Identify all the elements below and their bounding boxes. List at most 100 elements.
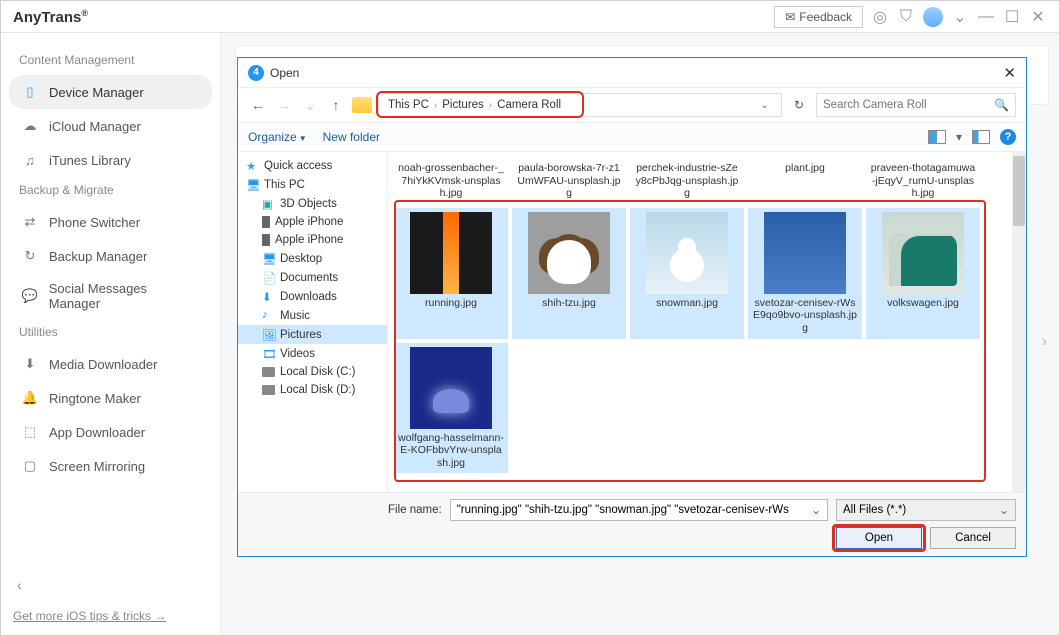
sidebar-item-backup-manager[interactable]: ↻Backup Manager [9, 239, 212, 273]
breadcrumb-item[interactable]: Pictures [439, 99, 487, 111]
file-thumbnail [764, 212, 846, 294]
chevron-down-icon[interactable]: ⌄ [951, 8, 969, 26]
file-label-cell[interactable]: perchek-industrie-sZey8cPbJqg-unsplash.j… [630, 158, 744, 204]
file-name: running.jpg [423, 297, 479, 310]
file-cell[interactable]: wolfgang-hasselmann-E-KOFbbvYrw-unsplash… [394, 343, 508, 474]
file-filter[interactable]: All Files (*.*)⌄ [836, 499, 1016, 521]
tree-item-pictures[interactable]: 🖼 Pictures [238, 325, 387, 344]
tips-link[interactable]: Get more iOS tips & tricks → [13, 609, 166, 623]
tree-item-this-pc[interactable]: 🖥This PC [238, 175, 387, 194]
dialog-close-icon[interactable]: ✕ [1003, 64, 1016, 82]
nav-row: ← → ⌄ ↑ This PC›Pictures›Camera Roll⌄ ↻ … [238, 88, 1026, 122]
nav-recent-icon[interactable]: ⌄ [300, 97, 320, 114]
breadcrumb-item[interactable]: Camera Roll [494, 99, 564, 111]
sidebar-item-label: Backup Manager [49, 249, 147, 264]
nav-forward-icon[interactable]: → [274, 97, 294, 113]
disk-icon [262, 367, 275, 377]
nav-up-icon[interactable]: ↑ [326, 97, 346, 113]
filename-input[interactable] [457, 504, 811, 516]
sidebar-item-label: Phone Switcher [49, 215, 140, 230]
minimize-icon[interactable]: — [977, 8, 995, 26]
view-mode-icon[interactable] [928, 130, 946, 144]
tree-item-label: 3D Objects [280, 198, 337, 210]
sidebar-item-screen-mirroring[interactable]: ▢Screen Mirroring [9, 449, 212, 483]
open-button[interactable]: Open [836, 527, 922, 549]
file-name: volkswagen.jpg [885, 297, 961, 310]
tree-item-label: Apple iPhone [275, 234, 343, 246]
avatar[interactable] [923, 7, 943, 27]
star-icon: ★ [246, 159, 259, 172]
breadcrumb-separator-icon: › [432, 100, 439, 111]
file-label-cell[interactable]: noah-grossenbacher-_7hiYkKVmsk-unsplash.… [394, 158, 508, 204]
file-cell[interactable]: running.jpg [394, 208, 508, 339]
tree-item-3d-objects[interactable]: ▣3D Objects [238, 194, 387, 213]
filename-dropdown-icon[interactable]: ⌄ [811, 503, 821, 517]
file-label-cell[interactable]: paula-borowska-7r-z1UmWFAU-unsplash.jpg [512, 158, 626, 204]
sidebar-item-device-manager[interactable]: ▯Device Manager [9, 75, 212, 109]
tree-item-label: Apple iPhone [275, 216, 343, 228]
tshirt-icon[interactable]: ⛉ [897, 8, 915, 26]
breadcrumb-item[interactable]: This PC [385, 99, 432, 111]
sidebar-item-ringtone-maker[interactable]: 🔔Ringtone Maker [9, 381, 212, 415]
sidebar-item-icloud-manager[interactable]: ☁iCloud Manager [9, 109, 212, 143]
file-cell[interactable]: svetozar-cenisev-rWsE9qo9bvo-unsplash.jp… [748, 208, 862, 339]
maximize-icon[interactable]: ☐ [1003, 8, 1021, 26]
tree-item-videos[interactable]: 🎞Videos [238, 344, 387, 363]
tree-item-apple-iphone[interactable]: Apple iPhone [238, 231, 387, 249]
sidebar-item-itunes-library[interactable]: ♫iTunes Library [9, 143, 212, 177]
cancel-button[interactable]: Cancel [930, 527, 1016, 549]
scrollbar[interactable] [1012, 152, 1026, 492]
scrollbar-thumb[interactable] [1013, 156, 1025, 226]
sidebar-item-media-downloader[interactable]: ⬇Media Downloader [9, 347, 212, 381]
nav-back-icon[interactable]: ← [248, 97, 268, 113]
file-thumbnail [528, 212, 610, 294]
tree-item-music[interactable]: ♪Music [238, 306, 387, 325]
dialog-title: Open [270, 66, 299, 80]
file-cell[interactable]: snowman.jpg [630, 208, 744, 339]
tree-item-local-disk-c-[interactable]: Local Disk (C:) [238, 363, 387, 381]
tree-item-apple-iphone[interactable]: Apple iPhone [238, 213, 387, 231]
sidebar-item-phone-switcher[interactable]: ⇄Phone Switcher [9, 205, 212, 239]
pc-icon: 🖥 [246, 178, 259, 191]
file-grid: noah-grossenbacher-_7hiYkKVmsk-unsplash.… [388, 152, 1026, 492]
pic-icon: 🖼 [262, 328, 275, 341]
breadcrumb-dropdown-icon[interactable]: ⌄ [755, 100, 775, 111]
file-label-cell[interactable]: plant.jpg [748, 158, 862, 204]
folder-tree: ★ Quick access 🖥This PC▣3D Objects Apple iP… [238, 152, 388, 492]
cloud-icon: ☁ [21, 117, 39, 135]
feedback-button[interactable]: ✉ Feedback [774, 6, 863, 28]
new-folder-button[interactable]: New folder [323, 130, 380, 144]
tree-item-label: Pictures [280, 329, 322, 341]
refresh-icon[interactable]: ↻ [788, 98, 810, 112]
tree-item-label: Quick access [264, 160, 332, 172]
tree-item-local-disk-d-[interactable]: Local Disk (D:) [238, 381, 387, 399]
tree-item-label: Documents [280, 272, 338, 284]
search-box[interactable]: 🔍 [816, 93, 1016, 117]
tree-item-downloads[interactable]: ⬇Downloads [238, 287, 387, 306]
view-dropdown-icon[interactable]: ▾ [956, 130, 962, 144]
collapse-sidebar-icon[interactable]: ‹ [17, 577, 22, 593]
sidebar-item-label: iTunes Library [49, 153, 131, 168]
organize-menu[interactable]: Organize▼ [248, 130, 307, 144]
help-icon[interactable]: ? [1000, 129, 1016, 145]
close-icon[interactable]: ✕ [1029, 8, 1047, 26]
preview-pane-icon[interactable] [972, 130, 990, 144]
sidebar-item-app-downloader[interactable]: ⬚App Downloader [9, 415, 212, 449]
browser-body: ★ Quick access 🖥This PC▣3D Objects Apple iP… [238, 152, 1026, 492]
note-icon: ♪ [262, 309, 275, 322]
filename-input-wrap[interactable]: ⌄ [450, 499, 828, 521]
breadcrumb[interactable]: This PC›Pictures›Camera Roll⌄ [378, 93, 782, 117]
file-cell[interactable]: shih-tzu.jpg [512, 208, 626, 339]
bell-icon[interactable]: ◎ [871, 8, 889, 26]
dialog-titlebar: 4 Open ✕ [238, 58, 1026, 88]
sidebar-heading: Backup & Migrate [19, 183, 202, 197]
tree-item-quick-access[interactable]: ★ Quick access [238, 156, 387, 175]
file-cell[interactable]: volkswagen.jpg [866, 208, 980, 339]
search-input[interactable] [823, 99, 994, 111]
chevron-right-icon[interactable]: › [1042, 333, 1047, 351]
vid-icon: 🎞 [262, 347, 275, 360]
sidebar-item-social-messages-manager[interactable]: 💬Social Messages Manager [9, 273, 212, 319]
tree-item-documents[interactable]: 📄Documents [238, 268, 387, 287]
tree-item-desktop[interactable]: 🖥Desktop [238, 249, 387, 268]
file-label-cell[interactable]: praveen-thotagamuwa-jEqyV_rumU-unsplash.… [866, 158, 980, 204]
